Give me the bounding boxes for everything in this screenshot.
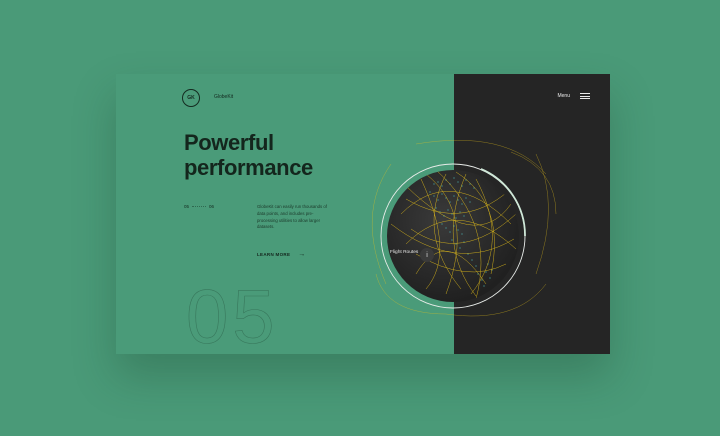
hero-card: GK GlobeKit Powerful performance 05 06 G… — [116, 74, 610, 354]
globe-visual[interactable] — [116, 74, 610, 354]
info-glyph: i — [426, 251, 428, 259]
globe-sphere — [387, 170, 519, 302]
flight-routes-label: Flight Routes — [390, 250, 419, 255]
info-icon[interactable]: i — [420, 248, 434, 262]
